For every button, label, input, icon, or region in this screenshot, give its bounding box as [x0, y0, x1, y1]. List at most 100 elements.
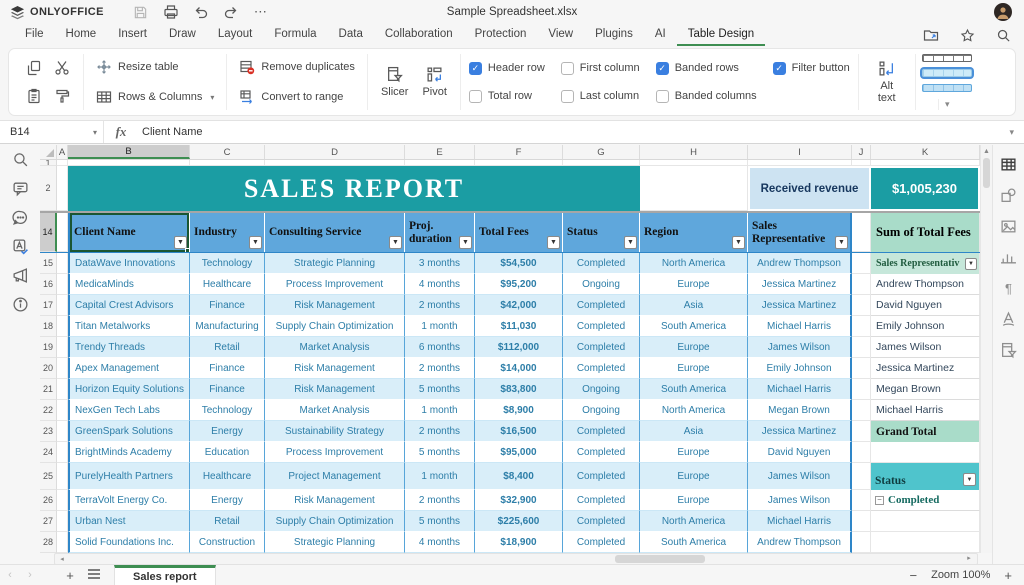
cell-C16[interactable]: Healthcare — [190, 274, 265, 295]
image-settings-button[interactable] — [997, 215, 1021, 237]
row-header-24[interactable]: 24 — [40, 442, 57, 463]
cell-F27[interactable]: $225,600 — [475, 511, 563, 532]
row-header-15[interactable]: 15 — [40, 253, 57, 274]
cell-K27[interactable] — [871, 511, 980, 532]
col-header-J[interactable]: J — [852, 145, 871, 159]
cell-E27[interactable]: 5 months — [405, 511, 475, 532]
cell-H24[interactable]: Europe — [640, 442, 748, 463]
menu-tab-draw[interactable]: Draw — [158, 25, 207, 46]
rows-columns-button[interactable]: Rows & Columns ▾ — [92, 86, 218, 108]
cell-G21[interactable]: Ongoing — [563, 379, 640, 400]
cell-H15[interactable]: North America — [640, 253, 748, 274]
menu-tab-layout[interactable]: Layout — [207, 25, 264, 46]
cell-C25[interactable]: Healthcare — [190, 463, 265, 490]
row-header-18[interactable]: 18 — [40, 316, 57, 337]
cell-E24[interactable]: 5 months — [405, 442, 475, 463]
zoom-out-button[interactable]: − — [906, 568, 922, 583]
col-header-G[interactable]: G — [563, 145, 640, 159]
filter-button-region[interactable]: ▼ — [732, 236, 745, 249]
checkbox-banded-rows[interactable]: ✓Banded rows — [656, 56, 757, 80]
cell-C15[interactable]: Technology — [190, 253, 265, 274]
cell-C19[interactable]: Retail — [190, 337, 265, 358]
row-header-22[interactable]: 22 — [40, 400, 57, 421]
select-all-corner[interactable] — [40, 145, 57, 159]
header-cell-industry[interactable]: Industry▼ — [190, 213, 265, 252]
cell-F23[interactable]: $16,500 — [475, 421, 563, 442]
convert-to-range-button[interactable]: Convert to range — [235, 86, 359, 108]
cell-A2[interactable] — [57, 166, 68, 211]
cell-I20[interactable]: Emily Johnson — [748, 358, 852, 379]
checkbox-last-column[interactable]: Last column — [561, 84, 640, 108]
menu-tab-insert[interactable]: Insert — [107, 25, 158, 46]
cell-B23[interactable]: GreenSpark Solutions — [68, 421, 190, 442]
header-cell-consulting-service[interactable]: Consulting Service▼ — [265, 213, 405, 252]
menu-tab-protection[interactable]: Protection — [464, 25, 538, 46]
cell-K28[interactable] — [871, 532, 980, 553]
slicer-settings-button[interactable] — [997, 339, 1021, 361]
col-header-I[interactable]: I — [748, 145, 852, 159]
col-header-H[interactable]: H — [640, 145, 748, 159]
cell-D23[interactable]: Sustainability Strategy — [265, 421, 405, 442]
alt-text-button[interactable]: Alt text — [867, 56, 907, 108]
cell-I25[interactable]: James Wilson — [748, 463, 852, 490]
cut-button[interactable] — [49, 55, 75, 81]
cell-I21[interactable]: Michael Harris — [748, 379, 852, 400]
resize-table-button[interactable]: Resize table — [92, 56, 218, 78]
cell-E20[interactable]: 2 months — [405, 358, 475, 379]
filter-button-consulting-service[interactable]: ▼ — [389, 236, 402, 249]
vertical-scrollbar[interactable]: ▲ — [980, 145, 992, 553]
cell-F22[interactable]: $8,900 — [475, 400, 563, 421]
cell-H28[interactable]: South America — [640, 532, 748, 553]
cell-D25[interactable]: Project Management — [265, 463, 405, 490]
cell-D18[interactable]: Supply Chain Optimization — [265, 316, 405, 337]
cell-I17[interactable]: Jessica Martinez — [748, 295, 852, 316]
row-header-25[interactable]: 25 — [40, 463, 57, 490]
cell-E15[interactable]: 3 months — [405, 253, 475, 274]
horizontal-scroll-thumb[interactable] — [615, 555, 705, 563]
add-sheet-button[interactable]: + — [58, 568, 82, 583]
menu-tab-formula[interactable]: Formula — [263, 25, 327, 46]
cell-F21[interactable]: $83,800 — [475, 379, 563, 400]
checkbox-filter-button[interactable]: ✓Filter button — [773, 56, 850, 80]
cell-I19[interactable]: James Wilson — [748, 337, 852, 358]
cell-G22[interactable]: Ongoing — [563, 400, 640, 421]
menu-tab-table-design[interactable]: Table Design — [677, 25, 765, 46]
cell-G17[interactable]: Completed — [563, 295, 640, 316]
cell-C28[interactable]: Construction — [190, 532, 265, 553]
status-slicer-item-completed[interactable]: −Completed — [871, 490, 980, 511]
cell-F24[interactable]: $95,000 — [475, 442, 563, 463]
row-header-2[interactable]: 2 — [40, 166, 57, 211]
row-header-21[interactable]: 21 — [40, 379, 57, 400]
cell-E28[interactable]: 4 months — [405, 532, 475, 553]
cell-H16[interactable]: Europe — [640, 274, 748, 295]
cell-H18[interactable]: South America — [640, 316, 748, 337]
cell-A16[interactable] — [57, 274, 68, 295]
find-button[interactable] — [8, 148, 32, 170]
fx-icon[interactable]: fx — [104, 124, 138, 140]
cell-D26[interactable]: Risk Management — [265, 490, 405, 511]
cell-A20[interactable] — [57, 358, 68, 379]
checkbox-header-row[interactable]: ✓Header row — [469, 56, 545, 80]
menu-tab-collaboration[interactable]: Collaboration — [374, 25, 464, 46]
cell-B26[interactable]: TerraVolt Energy Co. — [68, 490, 190, 511]
status-slicer-header[interactable]: Status▼ — [871, 463, 980, 490]
cell-E23[interactable]: 2 months — [405, 421, 475, 442]
cell-A18[interactable] — [57, 316, 68, 337]
cell-B22[interactable]: NexGen Tech Labs — [68, 400, 190, 421]
header-cell-client-name[interactable]: Client Name▼ — [68, 213, 190, 252]
cell-G27[interactable]: Completed — [563, 511, 640, 532]
cell-A19[interactable] — [57, 337, 68, 358]
table-style-option-medium[interactable] — [922, 84, 972, 92]
sheet-nav-prev-icon[interactable]: ‹ — [0, 569, 20, 581]
cell-G18[interactable]: Completed — [563, 316, 640, 337]
sheet-list-button[interactable] — [82, 568, 106, 583]
cell-D16[interactable]: Process Improvement — [265, 274, 405, 295]
cell-E18[interactable]: 1 month — [405, 316, 475, 337]
cell-J22[interactable] — [852, 400, 871, 421]
pivot-row-michael-harris[interactable]: Michael Harris — [871, 400, 980, 421]
cell-E26[interactable]: 2 months — [405, 490, 475, 511]
cell-C22[interactable]: Technology — [190, 400, 265, 421]
cell-D15[interactable]: Strategic Planning — [265, 253, 405, 274]
cell-I18[interactable]: Michael Harris — [748, 316, 852, 337]
cell-F19[interactable]: $112,000 — [475, 337, 563, 358]
